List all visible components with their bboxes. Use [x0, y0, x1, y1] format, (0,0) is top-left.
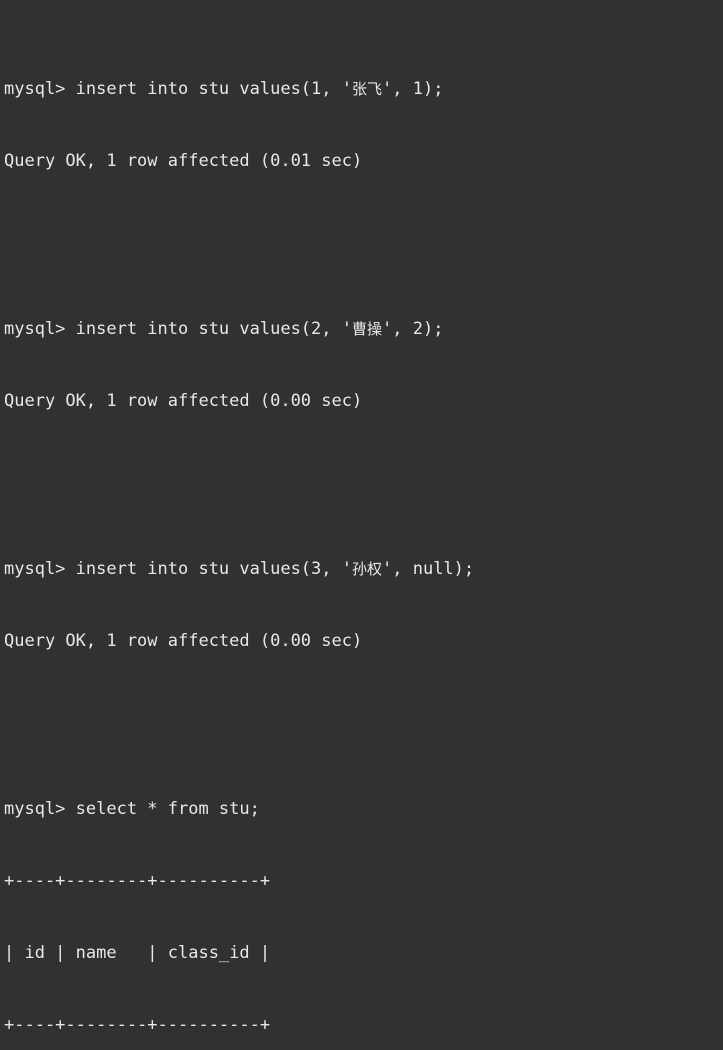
query-result-line: Query OK, 1 row affected (0.00 sec)	[4, 631, 363, 651]
terminal-output[interactable]: mysql> insert into stu values(1, '张飞', 1…	[0, 0, 723, 1035]
query-result-line: Query OK, 1 row affected (0.00 sec)	[4, 391, 363, 411]
cjk-text: 曹操	[352, 320, 383, 338]
table-border-middle: +----+--------+----------+	[4, 1015, 271, 1035]
select-command-line: mysql> select * from stu;	[4, 799, 260, 819]
command-line: mysql> insert into stu values(1, '张飞', 1…	[4, 79, 444, 99]
table-border-top: +----+--------+----------+	[4, 871, 271, 891]
command-line: mysql> insert into stu values(3, '孙权', n…	[4, 559, 475, 579]
cjk-text: 孙权	[352, 560, 383, 578]
cjk-text: 张飞	[352, 80, 383, 98]
command-line: mysql> insert into stu values(2, '曹操', 2…	[4, 319, 444, 339]
table-header-row: | id | name | class_id |	[4, 943, 271, 963]
query-result-line: Query OK, 1 row affected (0.01 sec)	[4, 151, 363, 171]
